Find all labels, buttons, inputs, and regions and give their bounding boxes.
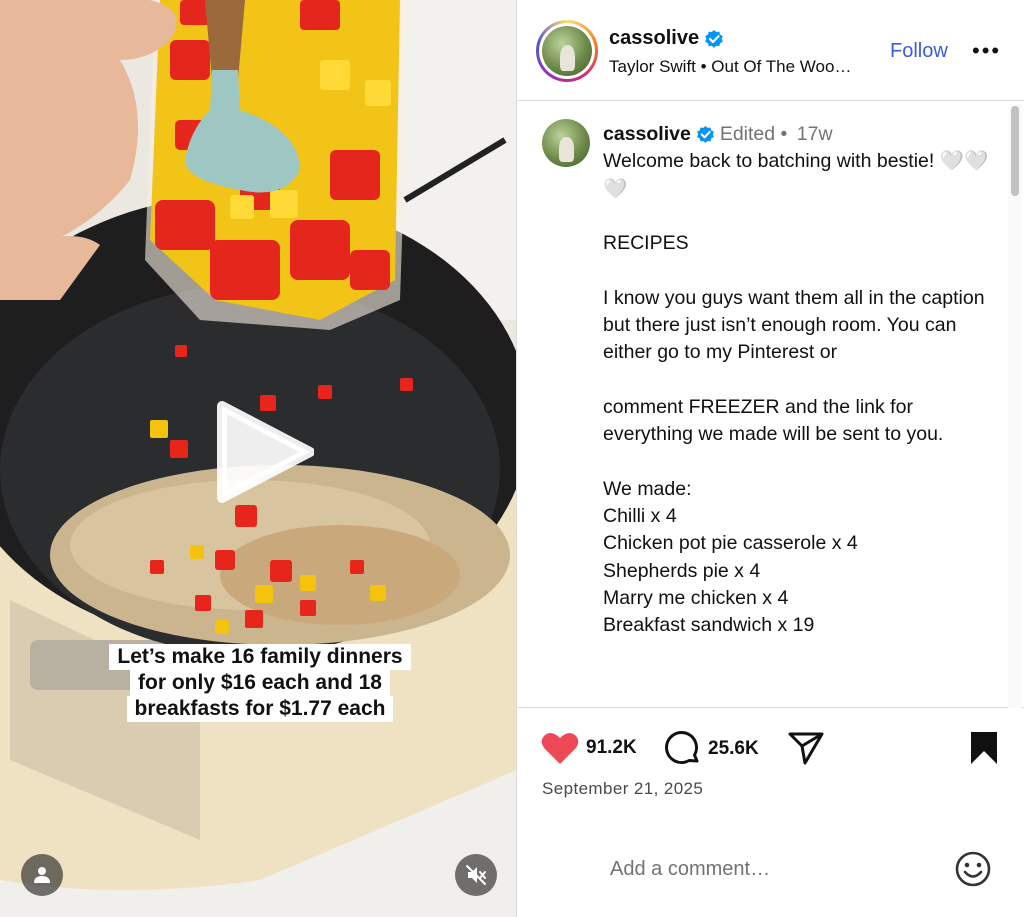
mute-button[interactable]	[455, 854, 497, 896]
comment-count[interactable]: 25.6K	[708, 738, 759, 760]
heart-icon	[541, 732, 579, 764]
share-button[interactable]	[788, 731, 824, 765]
send-icon	[788, 732, 824, 765]
play-icon	[217, 401, 315, 503]
post-header: cassolive Taylor Swift • Out Of The Woo……	[518, 0, 1024, 101]
verified-badge-icon	[696, 126, 714, 144]
caption-area[interactable]: cassolive Edited • 17w Welcome back to b…	[518, 102, 1024, 708]
post-media[interactable]: Let’s make 16 family dinners for only $1…	[0, 0, 517, 917]
overlay-line: breakfasts for $1.77 each	[126, 696, 394, 722]
save-button[interactable]	[969, 731, 999, 765]
post-date: September 21, 2025	[542, 779, 704, 798]
meta-separator: •	[775, 123, 793, 145]
author-username[interactable]: cassolive	[609, 27, 699, 49]
like-count[interactable]: 91.2K	[586, 737, 637, 759]
like-button[interactable]: 91.2K	[541, 731, 637, 765]
smiley-icon	[955, 851, 991, 887]
add-comment-bar	[518, 829, 1024, 917]
caption-text: Welcome back to batching with bestie! 🤍🤍…	[603, 150, 989, 637]
overlay-line: for only $16 each and 18	[130, 670, 390, 696]
follow-button[interactable]: Follow	[890, 40, 948, 63]
post-age[interactable]: 17w	[797, 123, 833, 145]
tagged-users-button[interactable]	[21, 854, 63, 896]
overlay-line: Let’s make 16 family dinners	[109, 644, 411, 670]
caption-meta: cassolive Edited • 17w	[603, 121, 993, 148]
video-text-overlay: Let’s make 16 family dinners for only $1…	[86, 644, 434, 722]
edited-label: Edited	[719, 123, 776, 145]
caption-username[interactable]: cassolive	[603, 123, 691, 145]
comment-button[interactable]: 25.6K	[665, 731, 759, 767]
caption: cassolive Edited • 17w Welcome back to b…	[603, 121, 993, 640]
more-options-button[interactable]: •••	[972, 38, 1001, 64]
caption-scrollbar[interactable]	[1008, 104, 1022, 708]
user-icon	[34, 867, 50, 883]
author-avatar[interactable]	[536, 20, 598, 82]
emoji-button[interactable]	[954, 850, 992, 893]
play-button[interactable]	[214, 400, 315, 504]
audio-info[interactable]: Taylor Swift • Out Of The Woo…	[609, 57, 851, 77]
bookmark-icon	[971, 732, 997, 764]
scrollbar-thumb[interactable]	[1011, 106, 1019, 196]
muted-speaker-icon	[466, 865, 486, 885]
comment-input[interactable]	[610, 853, 930, 885]
post-actions: 91.2K 25.6K September 21, 2025	[518, 709, 1024, 829]
author-username-row[interactable]: cassolive	[609, 27, 724, 50]
verified-badge-icon	[705, 29, 723, 48]
caption-author-avatar[interactable]	[542, 119, 590, 167]
comment-icon	[665, 731, 699, 764]
